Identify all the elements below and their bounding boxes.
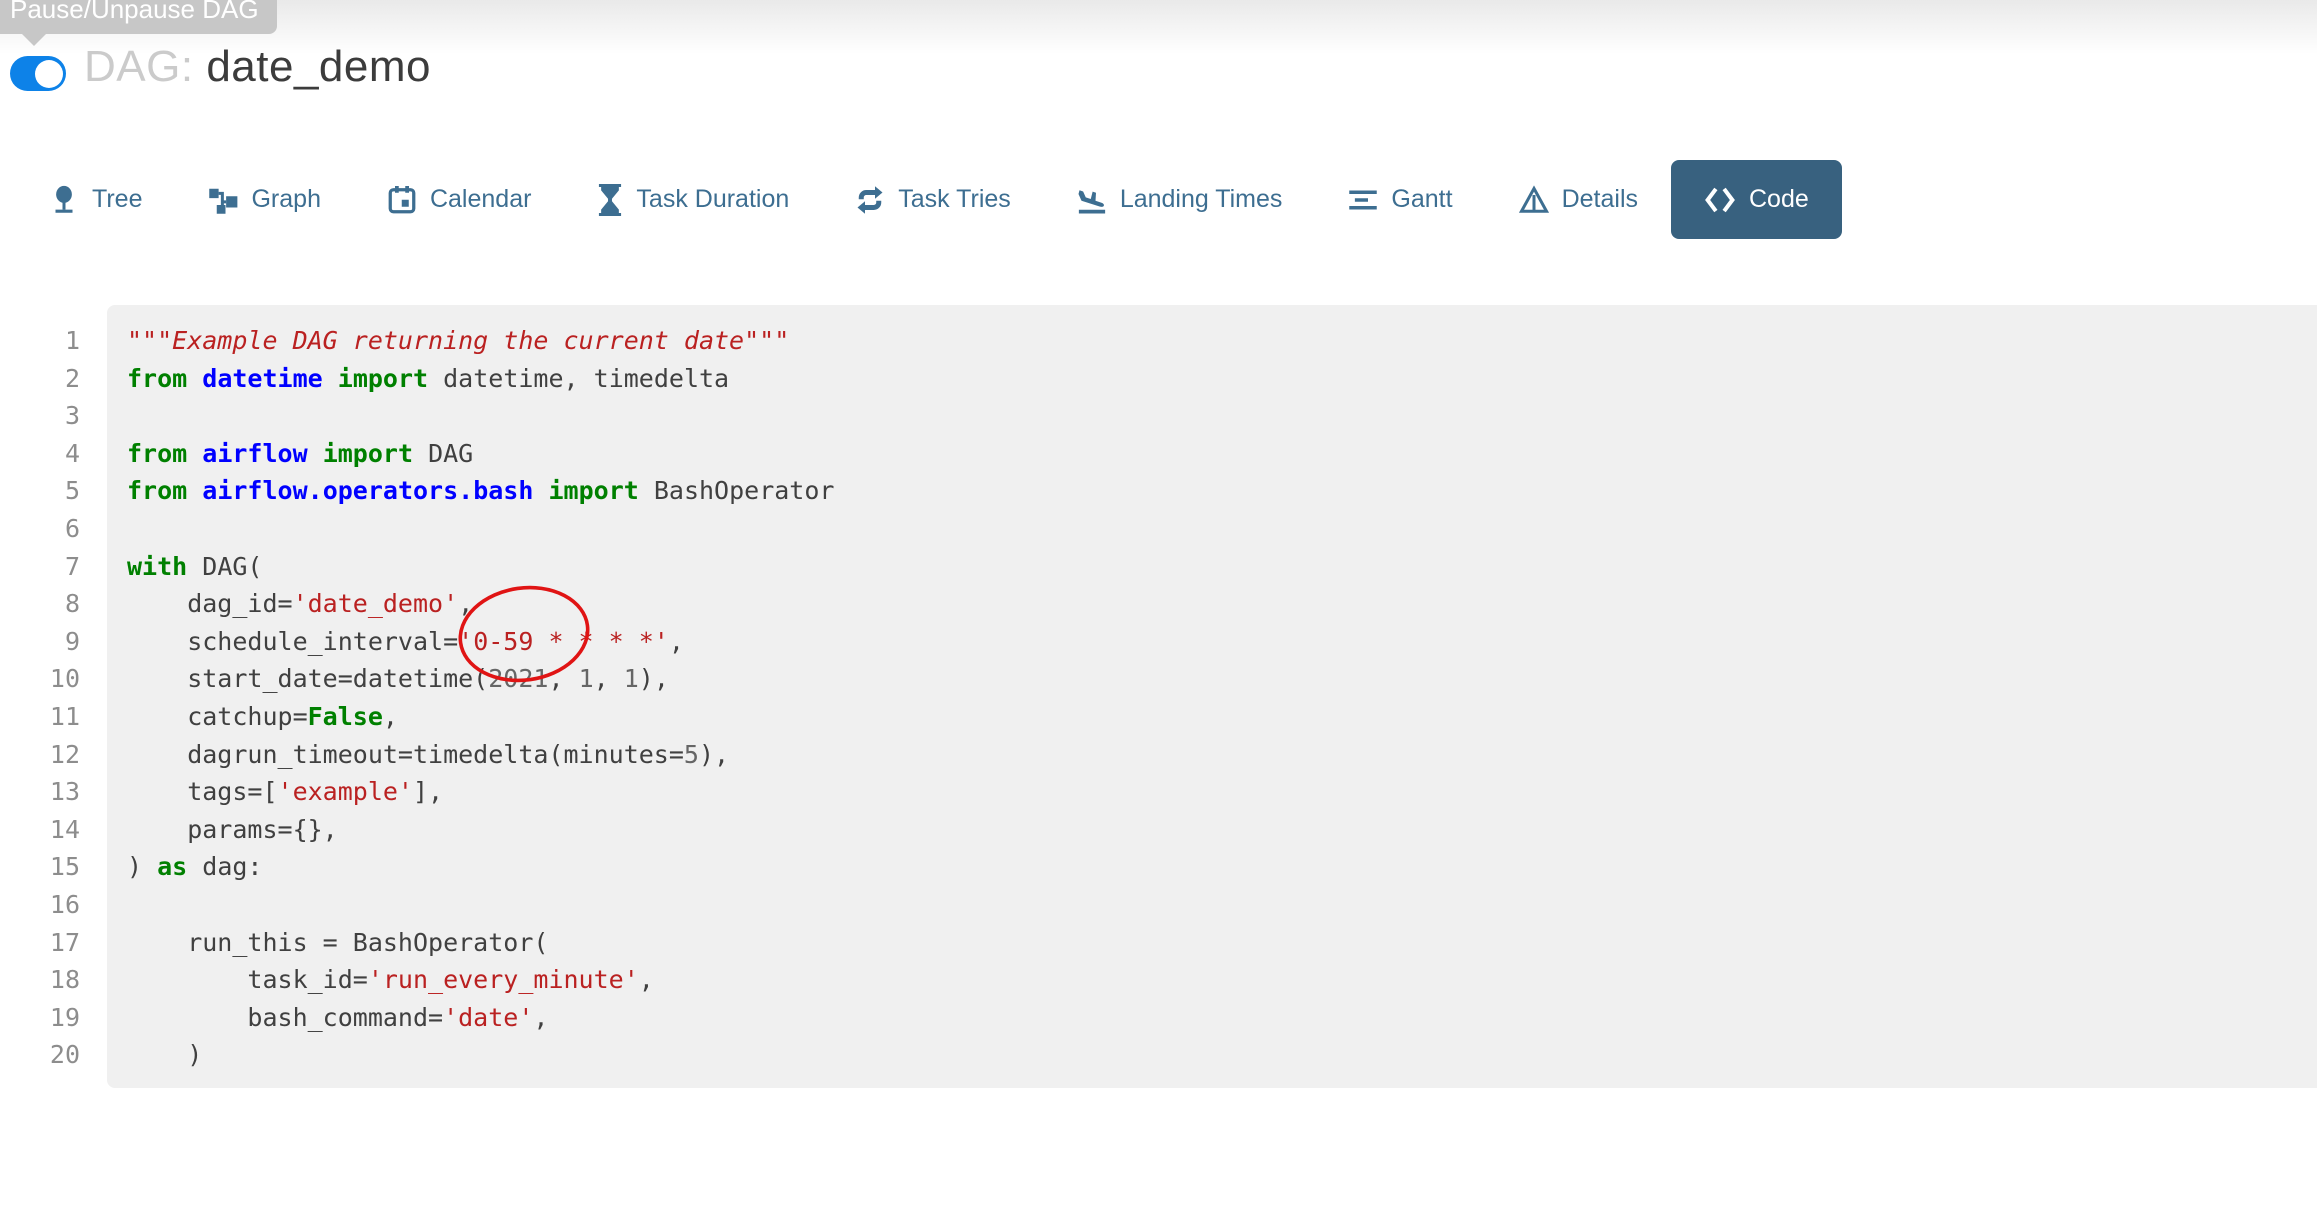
code-line-19: bash_command='date', — [127, 999, 2317, 1037]
line-number: 11 — [0, 698, 80, 736]
tab-code[interactable]: Code — [1671, 160, 1842, 239]
tab-item-calendar: Calendar — [354, 160, 564, 239]
line-number: 16 — [0, 886, 80, 924]
code-line-20: ) — [127, 1036, 2317, 1074]
code-brackets-icon — [1704, 187, 1736, 213]
line-number: 6 — [0, 510, 80, 548]
line-number: 8 — [0, 585, 80, 623]
toggle-knob — [35, 60, 63, 88]
dag-source-code: """Example DAG returning the current dat… — [107, 305, 2317, 1088]
tab-label: Code — [1749, 185, 1809, 214]
code-line-13: tags=['example'], — [127, 773, 2317, 811]
code-line-10: start_date=datetime(2021, 1, 1), — [127, 660, 2317, 698]
repeat-icon — [855, 185, 885, 215]
code-line-8: dag_id='date_demo', — [127, 585, 2317, 623]
line-number: 18 — [0, 961, 80, 999]
tab-gantt[interactable]: Gantt — [1315, 160, 1485, 239]
tab-item-tree: Tree — [16, 160, 175, 239]
code-line-15: ) as dag: — [127, 848, 2317, 886]
tab-landing-times[interactable]: Landing Times — [1044, 160, 1316, 239]
code-view: 1234567891011121314151617181920 """Examp… — [0, 305, 2317, 1088]
code-line-12: dagrun_timeout=timedelta(minutes=5), — [127, 736, 2317, 774]
tab-tree[interactable]: Tree — [16, 160, 175, 239]
tab-graph[interactable]: Graph — [175, 160, 353, 239]
tab-task-duration[interactable]: Task Duration — [564, 160, 822, 239]
page-title: DAG: date_demo — [84, 42, 431, 92]
line-number: 20 — [0, 1036, 80, 1074]
tab-label: Details — [1562, 185, 1638, 214]
tooltip-text: Pause/Unpause DAG — [10, 0, 259, 24]
dag-name: date_demo — [206, 42, 431, 91]
code-line-9: schedule_interval='0-59 * * * *', — [127, 623, 2317, 661]
line-number: 3 — [0, 397, 80, 435]
line-number: 15 — [0, 848, 80, 886]
tab-item-task-duration: Task Duration — [564, 160, 822, 239]
line-numbers: 1234567891011121314151617181920 — [0, 322, 80, 1074]
gantt-bars-icon — [1348, 185, 1378, 215]
calendar-icon — [387, 185, 417, 215]
tab-calendar[interactable]: Calendar — [354, 160, 564, 239]
code-line-1: """Example DAG returning the current dat… — [127, 322, 2317, 360]
line-number: 9 — [0, 623, 80, 661]
dag-pause-toggle[interactable] — [10, 56, 66, 91]
tab-item-gantt: Gantt — [1315, 160, 1485, 239]
line-number: 17 — [0, 924, 80, 962]
code-line-18: task_id='run_every_minute', — [127, 961, 2317, 999]
tab-label: Task Duration — [636, 185, 789, 214]
pause-tooltip: Pause/Unpause DAG — [0, 0, 277, 34]
tab-details[interactable]: Details — [1486, 160, 1671, 239]
tab-label: Task Tries — [898, 185, 1011, 214]
tooltip-arrow — [22, 34, 46, 46]
dag-label: DAG: — [84, 42, 194, 91]
dag-view-tabs: Tree Graph Calendar Task Duration Task Tries… — [16, 160, 1842, 239]
code-line-7: with DAG( — [127, 548, 2317, 586]
tab-label: Graph — [251, 185, 320, 214]
code-line-11: catchup=False, — [127, 698, 2317, 736]
line-number: 19 — [0, 999, 80, 1037]
tab-label: Tree — [92, 185, 142, 214]
tab-item-details: Details — [1486, 160, 1671, 239]
tree-icon — [49, 185, 79, 215]
code-line-16 — [127, 886, 2317, 924]
tab-task-tries[interactable]: Task Tries — [822, 160, 1044, 239]
line-number: 2 — [0, 360, 80, 398]
line-number: 12 — [0, 736, 80, 774]
tab-label: Landing Times — [1120, 185, 1283, 214]
code-line-3 — [127, 397, 2317, 435]
details-triangle-icon — [1519, 185, 1549, 215]
tab-label: Gantt — [1391, 185, 1452, 214]
code-line-6 — [127, 510, 2317, 548]
tab-item-landing-times: Landing Times — [1044, 160, 1316, 239]
line-number: 7 — [0, 548, 80, 586]
line-number: 4 — [0, 435, 80, 473]
line-number: 1 — [0, 322, 80, 360]
tab-item-graph: Graph — [175, 160, 353, 239]
line-number: 10 — [0, 660, 80, 698]
tab-item-code: Code — [1671, 160, 1842, 239]
graph-icon — [208, 185, 238, 215]
line-number: 13 — [0, 773, 80, 811]
code-line-14: params={}, — [127, 811, 2317, 849]
line-number: 14 — [0, 811, 80, 849]
code-line-5: from airflow.operators.bash import BashO… — [127, 472, 2317, 510]
code-line-4: from airflow import DAG — [127, 435, 2317, 473]
line-number: 5 — [0, 472, 80, 510]
tab-item-task-tries: Task Tries — [822, 160, 1044, 239]
plane-landing-icon — [1077, 185, 1107, 215]
code-line-17: run_this = BashOperator( — [127, 924, 2317, 962]
hourglass-icon — [597, 184, 623, 216]
code-line-2: from datetime import datetime, timedelta — [127, 360, 2317, 398]
tab-label: Calendar — [430, 185, 531, 214]
